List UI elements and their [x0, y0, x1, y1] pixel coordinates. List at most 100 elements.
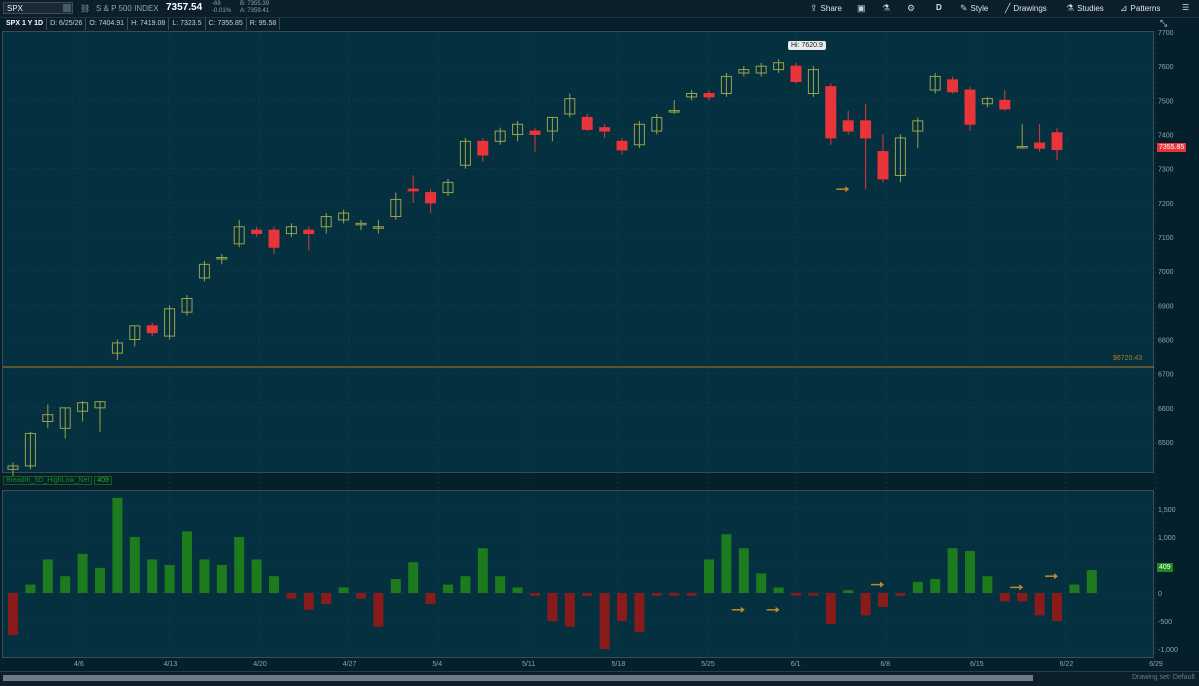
- study-value-tag: 409: [1157, 563, 1173, 572]
- histogram-bar: [408, 562, 419, 593]
- histogram-bar: [477, 548, 488, 593]
- histogram-bar: [495, 576, 506, 593]
- histogram-bar: [356, 593, 366, 599]
- candle-body: [251, 229, 263, 235]
- histogram-bar: [1052, 593, 1062, 621]
- histogram-bar: [965, 551, 975, 593]
- signal-arrow-head: [740, 606, 745, 613]
- signal-arrow-head: [775, 606, 780, 613]
- candle-body: [407, 188, 419, 192]
- study-axis-label: -1,000: [1158, 647, 1178, 654]
- histogram-bar: [1069, 584, 1080, 593]
- histogram-bar: [878, 593, 888, 607]
- histogram-bar: [182, 531, 192, 593]
- histogram-bar: [912, 581, 923, 593]
- histogram-bar: [843, 590, 854, 593]
- date-axis-label: 5/18: [612, 661, 626, 668]
- candle-body: [877, 151, 889, 180]
- candle-body: [581, 116, 593, 130]
- histogram-bar: [738, 548, 749, 593]
- histogram-bar: [530, 593, 540, 596]
- histogram-bar: [60, 576, 71, 593]
- histogram-bar: [373, 593, 384, 627]
- bottom-bar: Drawing set: Default: [0, 671, 1199, 686]
- histogram-bar: [1017, 593, 1028, 602]
- candle-body: [268, 229, 280, 248]
- histogram-bar: [269, 576, 279, 593]
- histogram-bar: [321, 593, 332, 605]
- candle-body: [616, 140, 628, 151]
- histogram-bar: [25, 584, 36, 593]
- histogram-bar: [686, 593, 697, 596]
- candle-body: [477, 140, 489, 156]
- signal-arrow-head: [1054, 573, 1058, 580]
- histogram-bar: [930, 579, 941, 593]
- date-axis-label: 5/4: [432, 661, 442, 668]
- last-price-tag: 7355.85: [1157, 143, 1187, 152]
- price-axis-label: 7500: [1158, 98, 1174, 105]
- price-axis-label: 7300: [1158, 167, 1174, 174]
- histogram-bar: [199, 559, 210, 593]
- date-axis-label: 4/6: [74, 661, 84, 668]
- candle-body: [1034, 142, 1046, 149]
- candle-body: [599, 127, 611, 132]
- histogram-bar: [634, 593, 645, 633]
- candle-body: [1051, 132, 1063, 151]
- candle-body: [842, 120, 854, 132]
- price-chart-svg: 7700 7600 7500 7400 7300 7200 7100 7000 6900 6800…: [3, 30, 1178, 668]
- price-axis-label: 6700: [1158, 372, 1174, 379]
- drawing-set-label[interactable]: Drawing set: Default: [1132, 674, 1195, 681]
- histogram-bar: [443, 584, 453, 593]
- histogram-bar: [112, 497, 123, 593]
- price-axis-label: 7200: [1158, 201, 1174, 208]
- candle-body: [703, 93, 715, 98]
- candle-body: [964, 89, 976, 125]
- histogram-bar: [286, 593, 297, 599]
- price-axis-label: 6800: [1158, 338, 1174, 345]
- histogram-bar: [77, 553, 88, 593]
- histogram-bar: [808, 593, 819, 596]
- histogram-bar: [791, 593, 801, 596]
- histogram-bar: [216, 565, 227, 593]
- candle-body: [146, 325, 158, 334]
- price-axis-label: 6500: [1158, 440, 1174, 447]
- histogram-bar: [617, 593, 627, 621]
- signal-arrow-head: [1019, 584, 1024, 591]
- candle-body: [303, 229, 315, 235]
- histogram-bar: [704, 559, 714, 593]
- histogram-bar: [390, 579, 401, 593]
- histogram-bar: [512, 587, 523, 593]
- price-axis-label: 7400: [1158, 133, 1174, 140]
- histogram-bar: [1086, 570, 1097, 593]
- candle-body: [790, 65, 802, 83]
- histogram-bar: [756, 573, 767, 593]
- histogram-bar: [1034, 593, 1045, 616]
- histogram-bar: [147, 559, 158, 593]
- histogram-bar: [982, 576, 993, 593]
- histogram-bar: [564, 593, 575, 627]
- histogram-bar: [42, 559, 53, 593]
- price-axis-label: 7100: [1158, 235, 1174, 242]
- histogram-bar: [129, 537, 140, 593]
- histogram-bar: [721, 534, 732, 593]
- histogram-bar: [425, 593, 436, 605]
- signal-arrow-head: [845, 186, 850, 193]
- histogram-bar: [164, 565, 175, 593]
- candle-body: [529, 130, 541, 135]
- date-axis-label: 4/27: [343, 661, 357, 668]
- histogram-bar: [860, 593, 871, 616]
- candle-body: [999, 99, 1011, 110]
- horizontal-scrollbar[interactable]: [3, 675, 1033, 681]
- histogram-bar: [947, 548, 958, 593]
- date-axis-label: 6/22: [1060, 661, 1074, 668]
- histogram-bar: [8, 593, 18, 635]
- date-axis-label: 4/13: [164, 661, 178, 668]
- high-label: Hi: 7620.9: [788, 41, 826, 50]
- date-axis-label: 5/25: [701, 661, 715, 668]
- histogram-bar: [895, 593, 906, 596]
- date-axis-label: 6/15: [970, 661, 984, 668]
- date-axis-label: 4/20: [253, 661, 267, 668]
- histogram-bar: [669, 593, 680, 596]
- histogram-bar: [651, 593, 662, 596]
- candle-body: [825, 86, 837, 139]
